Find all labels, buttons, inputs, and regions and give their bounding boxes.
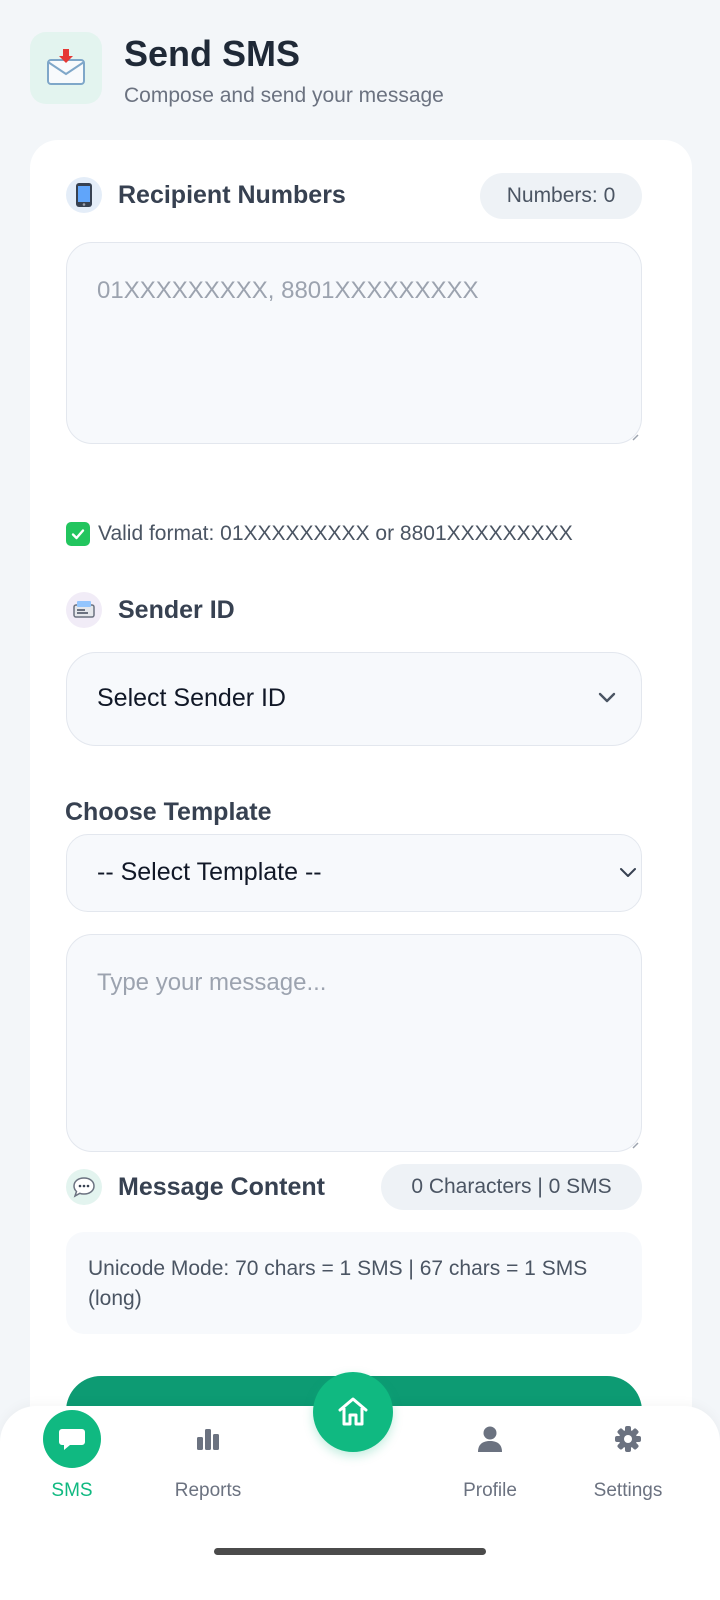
recipient-format-hint: Valid format: 01XXXXXXXXX or 8801XXXXXXX…	[66, 522, 573, 546]
compose-card: Recipient Numbers Numbers: 0 01XXXXXXXXX…	[30, 140, 692, 1470]
home-icon	[338, 1397, 368, 1426]
bar-chart-icon	[148, 1410, 268, 1468]
page-subtitle: Compose and send your message	[124, 84, 444, 107]
chevron-down-icon	[598, 692, 616, 703]
gear-icon	[568, 1410, 688, 1468]
recipient-numbers-input[interactable]: 01XXXXXXXXX, 8801XXXXXXXXX	[66, 242, 642, 444]
message-section-header: Message Content	[66, 1169, 325, 1205]
sender-id-select[interactable]: Select Sender ID	[66, 652, 642, 746]
inbox-tray-icon	[30, 32, 102, 104]
sender-label: Sender ID	[118, 595, 235, 624]
template-select[interactable]: -- Select Template --	[66, 834, 642, 912]
recipient-label: Recipient Numbers	[118, 180, 346, 209]
numbers-count-badge: Numbers: 0	[480, 173, 642, 219]
tab-settings[interactable]: Settings	[568, 1410, 688, 1502]
message-content-label: Message Content	[118, 1172, 325, 1201]
message-placeholder: Type your message...	[97, 969, 327, 996]
sender-section-header: Sender ID	[66, 592, 235, 628]
chat-bubble-icon	[43, 1410, 101, 1468]
tab-sms-label: SMS	[51, 1480, 93, 1501]
unicode-info-box: Unicode Mode: 70 chars = 1 SMS | 67 char…	[66, 1232, 642, 1334]
tab-reports[interactable]: Reports	[148, 1410, 268, 1502]
template-label: Choose Template	[65, 798, 272, 826]
tab-profile[interactable]: Profile	[430, 1410, 550, 1502]
page-title: Send SMS	[124, 33, 301, 74]
recipient-hint-text: Valid format: 01XXXXXXXXX or 8801XXXXXXX…	[98, 522, 573, 545]
tab-profile-label: Profile	[463, 1480, 517, 1501]
id-card-icon	[66, 592, 102, 628]
recipient-placeholder: 01XXXXXXXXX, 8801XXXXXXXXX	[97, 277, 479, 304]
tab-sms[interactable]: SMS	[12, 1410, 132, 1502]
resize-grip-icon[interactable]	[631, 433, 639, 441]
sender-selected-value: Select Sender ID	[97, 684, 286, 712]
user-icon	[430, 1410, 550, 1468]
tab-settings-label: Settings	[593, 1480, 663, 1501]
tab-reports-label: Reports	[174, 1480, 242, 1501]
character-counter-badge: 0 Characters | 0 SMS	[381, 1164, 642, 1210]
page-header: Send SMS Compose and send your message	[30, 32, 444, 108]
mobile-phone-icon	[66, 177, 102, 213]
message-input[interactable]: Type your message...	[66, 934, 642, 1152]
chevron-down-icon	[620, 868, 636, 877]
resize-grip-icon[interactable]	[631, 1141, 639, 1149]
home-indicator	[214, 1548, 486, 1555]
check-mark-icon	[66, 522, 90, 546]
home-button[interactable]	[313, 1372, 393, 1452]
template-selected-value: -- Select Template --	[97, 858, 322, 886]
recipient-section-header: Recipient Numbers	[66, 177, 346, 213]
speech-bubble-icon	[66, 1169, 102, 1205]
